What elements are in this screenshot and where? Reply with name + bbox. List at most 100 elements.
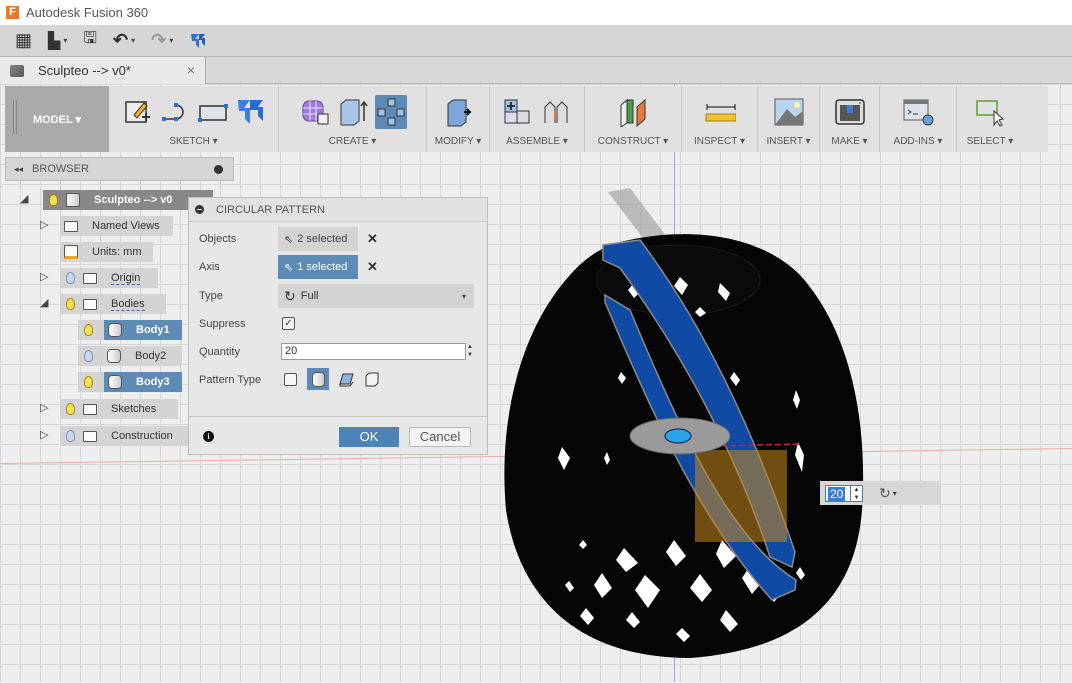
measure-button[interactable] xyxy=(704,95,736,129)
pattern-type-faces[interactable] xyxy=(279,368,301,390)
tree-item-construction[interactable]: ▷ Construction xyxy=(40,426,188,446)
tree-item-origin[interactable]: ▷ Origin xyxy=(40,268,158,288)
file-icon: ▙ xyxy=(48,32,61,50)
add-ins-menu[interactable]: ADD-INS ▾ xyxy=(894,136,943,147)
tree-item-named-views[interactable]: ▷ Named Views xyxy=(40,216,173,236)
collapse-browser-icon[interactable]: ◂◂ xyxy=(14,164,23,175)
tree-item-body2[interactable]: Body2 xyxy=(78,346,182,366)
redo-button[interactable]: ↷ ▾ xyxy=(146,29,178,53)
folder-icon xyxy=(64,220,78,232)
new-component-button[interactable] xyxy=(502,95,534,129)
scripts-button[interactable] xyxy=(902,95,934,129)
sculpt-button[interactable] xyxy=(184,29,212,53)
component-icon xyxy=(10,64,24,77)
browser-header[interactable]: ◂◂ BROWSER xyxy=(5,157,234,181)
data-panel-button[interactable]: ▦ xyxy=(10,29,37,53)
inline-quantity-input[interactable]: 20 xyxy=(825,484,851,502)
tree-root[interactable]: ◢ Sculpteo --> v0 xyxy=(20,190,213,210)
joint-button[interactable] xyxy=(540,95,572,129)
visibility-bulb-icon[interactable] xyxy=(66,298,75,310)
create-sketch-button[interactable] xyxy=(121,95,153,129)
quantity-input[interactable]: 20 xyxy=(281,343,466,360)
ribbon-toolbar: MODEL ▾ SKETCH ▾ CREATE ▾ MODIFY ▾ ASSEM… xyxy=(5,86,1048,152)
manipulator-box[interactable] xyxy=(695,450,787,542)
construct-menu[interactable]: CONSTRUCT ▾ xyxy=(598,136,668,147)
workspace-switcher[interactable]: MODEL ▾ xyxy=(5,86,109,152)
offset-plane-button[interactable] xyxy=(617,95,649,129)
ok-button[interactable]: OK xyxy=(339,427,399,447)
create-menu[interactable]: CREATE ▾ xyxy=(329,136,377,147)
create-group: CREATE ▾ xyxy=(279,86,427,152)
make-menu[interactable]: MAKE ▾ xyxy=(831,136,867,147)
create-form-button[interactable] xyxy=(299,95,331,129)
pattern-type-rotate-icon[interactable]: ↻ xyxy=(879,485,891,502)
extrude-button[interactable] xyxy=(337,95,369,129)
collapsed-triangle-icon[interactable]: ▷ xyxy=(40,218,48,231)
clear-axis-button[interactable]: ✕ xyxy=(367,259,378,275)
info-icon[interactable]: i xyxy=(203,431,214,442)
3d-print-button[interactable] xyxy=(834,95,866,129)
pivot-handle[interactable] xyxy=(664,428,692,444)
tree-item-bodies[interactable]: ◢ Bodies xyxy=(40,294,166,314)
expanded-triangle-icon[interactable]: ◢ xyxy=(20,192,28,205)
cancel-button[interactable]: Cancel xyxy=(409,427,471,447)
save-button[interactable]: 🖫 xyxy=(78,29,102,53)
clear-objects-button[interactable]: ✕ xyxy=(367,231,378,247)
select-menu[interactable]: SELECT ▾ xyxy=(967,136,1014,147)
undo-button[interactable]: ↶ ▾ xyxy=(108,29,140,53)
press-pull-button[interactable] xyxy=(442,95,474,129)
visibility-bulb-icon[interactable] xyxy=(66,272,75,284)
visibility-bulb-icon[interactable] xyxy=(49,194,58,206)
sketch-menu[interactable]: SKETCH ▾ xyxy=(169,136,217,147)
visibility-bulb-icon[interactable] xyxy=(84,350,93,362)
chevron-down-icon[interactable]: ▾ xyxy=(893,489,897,498)
create-sketch-icon xyxy=(124,101,150,123)
visibility-bulb-icon[interactable] xyxy=(84,324,93,336)
quantity-stepper[interactable]: ▲ ▼ xyxy=(466,343,474,360)
suppress-checkbox[interactable]: ✓ xyxy=(282,317,295,330)
rectangle-button[interactable] xyxy=(197,95,229,129)
model-body[interactable] xyxy=(490,180,890,680)
collapse-dialog-icon[interactable] xyxy=(195,205,204,214)
cursor-icon: ⇖ xyxy=(284,233,294,246)
tree-item-sketches[interactable]: ▷ Sketches xyxy=(40,399,178,419)
type-dropdown[interactable]: ↻ Full ▾ xyxy=(278,284,474,308)
inspect-group: INSPECT ▾ xyxy=(682,86,758,152)
finish-sketch-button[interactable] xyxy=(235,95,267,129)
visibility-bulb-icon[interactable] xyxy=(66,403,75,415)
select-button[interactable] xyxy=(974,95,1006,129)
tree-item-body3[interactable]: Body3 xyxy=(78,372,182,392)
drag-grip[interactable] xyxy=(13,100,17,134)
visibility-bulb-icon[interactable] xyxy=(66,430,75,442)
tree-item-units[interactable]: Units: mm xyxy=(60,242,153,262)
objects-selection-button[interactable]: ⇖ 2 selected xyxy=(278,227,358,251)
expanded-triangle-icon[interactable]: ◢ xyxy=(40,296,48,309)
collapsed-triangle-icon[interactable]: ▷ xyxy=(40,428,48,441)
select-icon xyxy=(976,100,1005,127)
collapsed-triangle-icon[interactable]: ▷ xyxy=(40,401,48,414)
new-component-icon xyxy=(504,99,530,124)
dialog-title-bar[interactable]: CIRCULAR PATTERN xyxy=(189,198,487,222)
insert-menu[interactable]: INSERT ▾ xyxy=(766,136,810,147)
visibility-bulb-icon[interactable] xyxy=(84,376,93,388)
minimize-browser-icon[interactable] xyxy=(214,165,223,174)
insert-image-button[interactable] xyxy=(773,95,805,129)
assemble-menu[interactable]: ASSEMBLE ▾ xyxy=(506,136,568,147)
faces-icon xyxy=(283,372,297,386)
file-menu-button[interactable]: ▙ ▾ xyxy=(43,29,72,53)
pattern-type-bodies[interactable] xyxy=(307,368,329,390)
modify-menu[interactable]: MODIFY ▾ xyxy=(435,136,482,147)
collapsed-triangle-icon[interactable]: ▷ xyxy=(40,270,48,283)
full-rotation-icon: ↻ xyxy=(284,287,296,304)
axis-selection-button[interactable]: ⇖ 1 selected xyxy=(278,255,358,279)
inline-quantity-spinner[interactable]: ▲ ▼ xyxy=(851,484,863,502)
close-tab-icon[interactable]: × xyxy=(187,62,195,78)
document-tab[interactable]: Sculpteo --> v0* × xyxy=(0,57,206,84)
pattern-type-features[interactable] xyxy=(335,368,357,390)
arc-button[interactable] xyxy=(159,95,191,129)
dialog-title: CIRCULAR PATTERN xyxy=(216,203,325,216)
pattern-button[interactable] xyxy=(374,95,407,129)
tree-item-body1[interactable]: Body1 xyxy=(78,320,182,340)
pattern-type-components[interactable] xyxy=(361,368,383,390)
inspect-menu[interactable]: INSPECT ▾ xyxy=(694,136,745,147)
